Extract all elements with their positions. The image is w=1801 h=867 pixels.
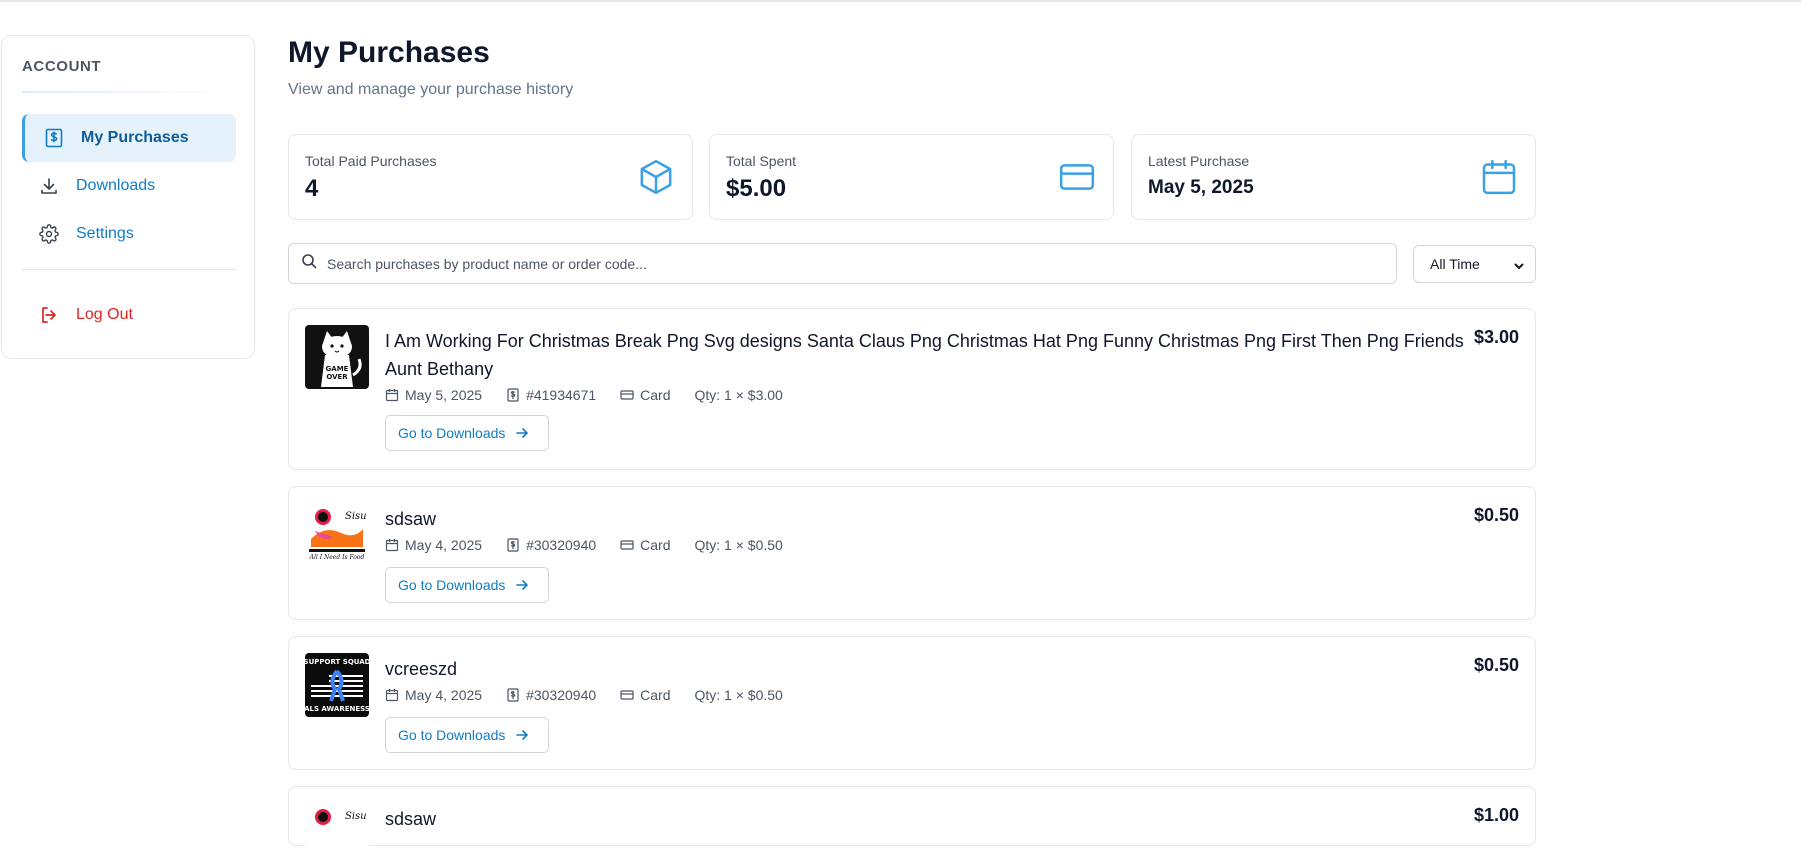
- quantity: Qty: 1 × $0.50: [694, 537, 783, 553]
- quantity: Qty: 1 × $3.00: [694, 387, 783, 403]
- button-label: Go to Downloads: [398, 577, 506, 593]
- product-thumbnail[interactable]: Sisu All I Need Is Food: [305, 503, 369, 567]
- button-label: Go to Downloads: [398, 727, 506, 743]
- svg-text:GAME: GAME: [326, 365, 349, 373]
- purchase-meta: May 5, 2025 #41934671 Card Qty: 1 × $3.0…: [385, 387, 807, 403]
- purchase-meta: May 4, 2025 #30320940 Card Qty: 1 × $0.5…: [385, 537, 807, 553]
- payment-method: Card: [620, 387, 671, 403]
- search-icon: [301, 253, 317, 274]
- arrow-right-icon: [516, 730, 529, 740]
- credit-card-icon: [620, 540, 634, 550]
- chevron-down-icon: [1513, 259, 1525, 275]
- svg-text:Sisu: Sisu: [345, 811, 367, 822]
- logout-label: Log Out: [76, 306, 133, 323]
- calendar-icon: [385, 539, 399, 552]
- product-thumbnail[interactable]: Sisu: [305, 803, 369, 867]
- account-sidebar: ACCOUNT My Purchases Downloads Settings …: [1, 35, 255, 359]
- sidebar-item-label: Settings: [76, 225, 134, 242]
- svg-text:SUPPORT SQUAD: SUPPORT SQUAD: [305, 658, 369, 666]
- product-title-line: I Am Working For Christmas Break Png Svg…: [385, 331, 1464, 351]
- page-title: My Purchases: [288, 36, 490, 69]
- sidebar-item-my-purchases[interactable]: My Purchases: [22, 114, 236, 162]
- credit-card-icon: [1057, 157, 1097, 197]
- stat-value: $5.00: [726, 175, 787, 202]
- stat-label: Total Paid Purchases: [305, 153, 437, 169]
- product-title[interactable]: I Am Working For Christmas Break Png Svg…: [385, 327, 1464, 383]
- product-thumbnail[interactable]: SUPPORT SQUAD ALS AWARENESS: [305, 653, 369, 717]
- credit-card-icon: [620, 690, 634, 700]
- product-title[interactable]: vcreeszd: [385, 655, 457, 683]
- stat-label: Total Spent: [726, 153, 797, 169]
- calendar-icon: [1479, 157, 1519, 197]
- product-title[interactable]: sdsaw: [385, 805, 436, 833]
- stat-card-latest-purchase: Latest Purchase May 5, 2025: [1131, 134, 1536, 220]
- calendar-icon: [385, 389, 399, 402]
- purchase-date: May 4, 2025: [385, 537, 482, 553]
- logout-button[interactable]: Log Out: [22, 291, 236, 339]
- sidebar-item-label: My Purchases: [81, 129, 189, 146]
- credit-card-icon: [620, 390, 634, 400]
- purchase-item: GAME OVER I Am Working For Christmas Bre…: [288, 308, 1536, 470]
- purchase-item: Sisu All I Need Is Food sdsaw $0.50 May …: [288, 486, 1536, 620]
- calendar-icon: [385, 689, 399, 702]
- purchase-item: Sisu sdsaw $1.00: [288, 786, 1536, 867]
- sidebar-divider: [22, 269, 236, 270]
- go-to-downloads-button[interactable]: Go to Downloads: [385, 717, 549, 753]
- receipt-icon: [507, 388, 519, 402]
- sidebar-item-label: Downloads: [76, 177, 156, 194]
- download-icon: [38, 175, 60, 197]
- stat-value: 4: [305, 175, 319, 202]
- time-filter-select[interactable]: All Time: [1413, 245, 1536, 283]
- purchase-item: SUPPORT SQUAD ALS AWARENESS vcreeszd $0.…: [288, 636, 1536, 770]
- stat-card-total-spent: Total Spent $5.00: [709, 134, 1114, 220]
- product-thumbnail[interactable]: GAME OVER: [305, 325, 369, 389]
- search-box: [288, 243, 1397, 284]
- search-input[interactable]: [327, 255, 1377, 272]
- arrow-right-icon: [516, 580, 529, 590]
- go-to-downloads-button[interactable]: Go to Downloads: [385, 415, 549, 451]
- time-filter-value: All Time: [1430, 256, 1480, 272]
- stat-value: May 5, 2025: [1148, 177, 1254, 198]
- purchase-date: May 5, 2025: [385, 387, 482, 403]
- sidebar-item-downloads[interactable]: Downloads: [22, 162, 236, 210]
- receipt-icon: [507, 688, 519, 702]
- purchase-price: $0.50: [1473, 655, 1519, 675]
- quantity: Qty: 1 × $0.50: [694, 687, 783, 703]
- svg-text:Sisu: Sisu: [345, 511, 367, 522]
- purchase-price: $0.50: [1473, 505, 1519, 525]
- gear-icon: [38, 223, 60, 245]
- svg-text:ALS AWARENESS: ALS AWARENESS: [305, 705, 369, 713]
- svg-text:All I Need Is Food: All I Need Is Food: [309, 554, 365, 561]
- product-title[interactable]: sdsaw: [385, 505, 436, 533]
- arrow-right-icon: [516, 428, 529, 438]
- purchase-meta: May 4, 2025 #30320940 Card Qty: 1 × $0.5…: [385, 687, 807, 703]
- logout-icon: [38, 304, 60, 326]
- sidebar-title-underline: [22, 91, 222, 93]
- top-border: [0, 0, 1801, 2]
- order-code: #30320940: [506, 687, 596, 703]
- sidebar-title: ACCOUNT: [22, 58, 102, 75]
- svg-text:OVER: OVER: [326, 373, 348, 381]
- go-to-downloads-button[interactable]: Go to Downloads: [385, 567, 549, 603]
- purchase-price: $3.00: [1473, 327, 1519, 347]
- dollar-receipt-icon: [43, 127, 65, 149]
- button-label: Go to Downloads: [398, 425, 506, 441]
- page-subtitle: View and manage your purchase history: [288, 81, 574, 98]
- payment-method: Card: [620, 687, 671, 703]
- stat-label: Latest Purchase: [1148, 153, 1250, 169]
- order-code: #41934671: [506, 387, 596, 403]
- payment-method: Card: [620, 537, 671, 553]
- box-icon: [636, 157, 676, 197]
- receipt-icon: [507, 538, 519, 552]
- purchase-date: May 4, 2025: [385, 687, 482, 703]
- stat-card-total-purchases: Total Paid Purchases 4: [288, 134, 693, 220]
- sidebar-item-settings[interactable]: Settings: [22, 210, 236, 258]
- product-title-line: Aunt Bethany: [385, 359, 494, 379]
- order-code: #30320940: [506, 537, 596, 553]
